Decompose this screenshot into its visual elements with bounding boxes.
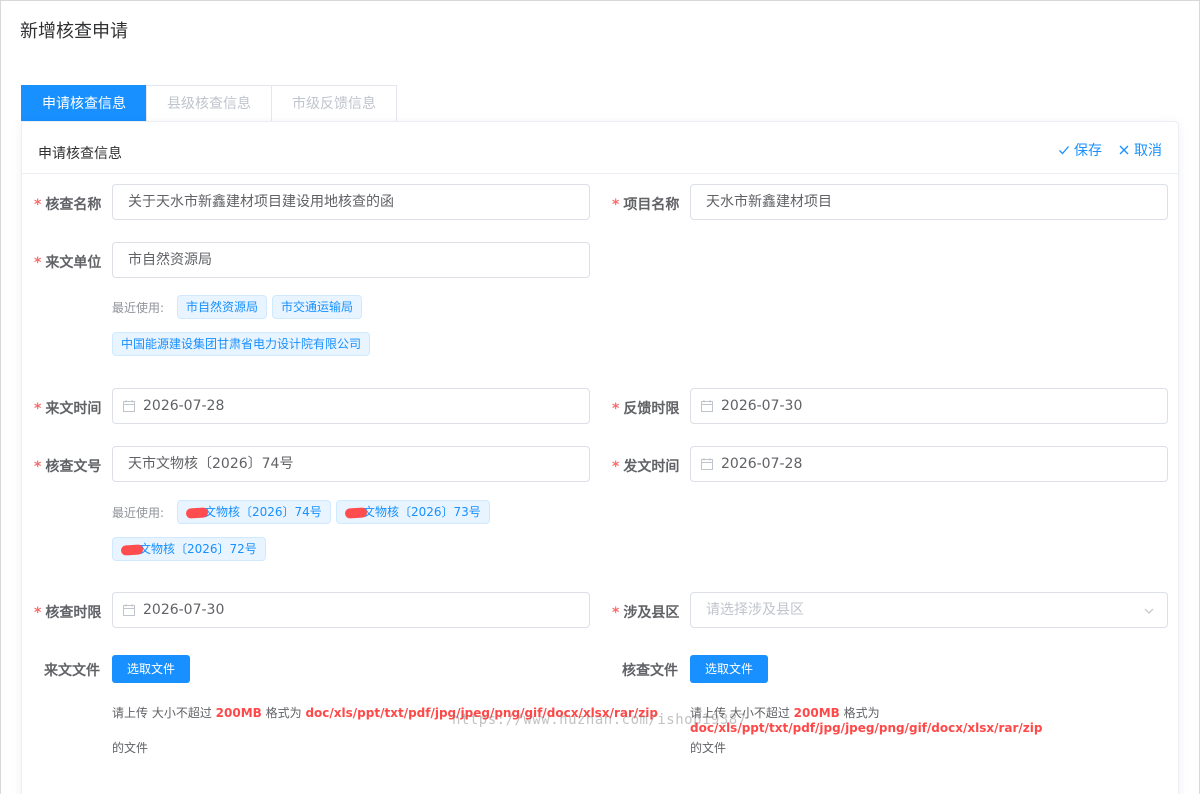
calendar-icon: [701, 458, 713, 470]
tab-city-feedback[interactable]: 市级反馈信息: [271, 85, 397, 121]
recent-doc-no-tag[interactable]: 文物核〔2026〕73号: [336, 500, 490, 524]
issue-date-picker[interactable]: 2026-07-28: [690, 446, 1168, 482]
check-file-tip-suffix: 的文件: [690, 741, 727, 755]
source-date-picker[interactable]: 2026-07-28: [112, 388, 590, 424]
source-unit-label: * 来文单位: [34, 255, 102, 271]
check-icon: [1059, 146, 1069, 155]
county-placeholder: 请选择涉及县区: [706, 602, 804, 618]
source-unit-recent-label: 最近使用:: [112, 301, 165, 315]
recent-doc-no-tag[interactable]: 文物核〔2026〕74号: [177, 500, 331, 524]
tab-bar: 申请核查信息 县级核查信息 市级反馈信息: [21, 85, 397, 121]
header-actions: 保存 取消: [1058, 140, 1162, 160]
redaction-mark: [185, 506, 209, 519]
source-file-tip-suffix: 的文件: [112, 741, 149, 755]
feedback-deadline-label: * 反馈时限: [612, 401, 680, 417]
check-deadline-label: * 核查时限: [34, 605, 102, 621]
check-deadline-value: 2026-07-30: [143, 602, 225, 618]
check-name-label: * 核查名称: [34, 197, 102, 213]
source-unit-input[interactable]: 市自然资源局: [112, 242, 590, 278]
cancel-button[interactable]: 取消: [1118, 140, 1162, 160]
redaction-mark: [344, 506, 368, 519]
issue-date-value: 2026-07-28: [721, 456, 803, 472]
watermark: https://www.huzhan.com/ishop19387: [452, 712, 747, 728]
calendar-icon: [701, 400, 713, 412]
source-date-label: * 来文时间: [34, 401, 102, 417]
dialog-title: 新增核查申请: [20, 21, 128, 42]
cancel-label: 取消: [1134, 143, 1162, 159]
close-icon: [1119, 145, 1129, 155]
recent-doc-no-tag[interactable]: 文物核〔2026〕72号: [112, 537, 266, 561]
source-date-value: 2026-07-28: [143, 398, 225, 414]
check-name-input[interactable]: 关于天水市新鑫建材项目建设用地核查的函: [112, 184, 590, 220]
county-label: * 涉及县区: [612, 605, 680, 621]
card-header: 申请核查信息 保存 取消: [22, 122, 1178, 174]
tab-county-info[interactable]: 县级核查信息: [146, 85, 272, 121]
card-title: 申请核查信息: [38, 146, 122, 162]
chevron-down-icon: [1144, 608, 1154, 614]
redaction-mark: [120, 543, 144, 556]
recent-unit-tag[interactable]: 市自然资源局: [177, 295, 268, 319]
check-doc-no-input[interactable]: 天市文物核〔2026〕74号: [112, 446, 590, 482]
check-file-label: 核查文件: [622, 663, 678, 679]
check-deadline-picker[interactable]: 2026-07-30: [112, 592, 590, 628]
select-source-file-button[interactable]: 选取文件: [112, 655, 191, 683]
source-file-label: 来文文件: [44, 663, 100, 679]
county-select[interactable]: 请选择涉及县区: [690, 592, 1168, 628]
save-button[interactable]: 保存: [1058, 140, 1102, 160]
doc-no-recent-label: 最近使用:: [112, 506, 165, 520]
recent-unit-tag[interactable]: 中国能源建设集团甘肃省电力设计院有限公司: [112, 332, 371, 356]
project-name-label: * 项目名称: [612, 197, 680, 213]
project-name-input[interactable]: 天水市新鑫建材项目: [690, 184, 1168, 220]
feedback-deadline-picker[interactable]: 2026-07-30: [690, 388, 1168, 424]
issue-date-label: * 发文时间: [612, 459, 680, 475]
select-check-file-button[interactable]: 选取文件: [690, 655, 769, 683]
tab-apply-info[interactable]: 申请核查信息: [21, 85, 147, 121]
save-label: 保存: [1074, 143, 1102, 159]
calendar-icon: [123, 400, 135, 412]
check-doc-no-label: * 核查文号: [34, 459, 102, 475]
check-file-tip: 请上传 大小不超过 200MB 格式为 doc/xls/ppt/txt/pdf/…: [690, 706, 1043, 735]
recent-unit-tag[interactable]: 市交通运输局: [272, 295, 363, 319]
feedback-deadline-value: 2026-07-30: [721, 398, 803, 414]
calendar-icon: [123, 604, 135, 616]
